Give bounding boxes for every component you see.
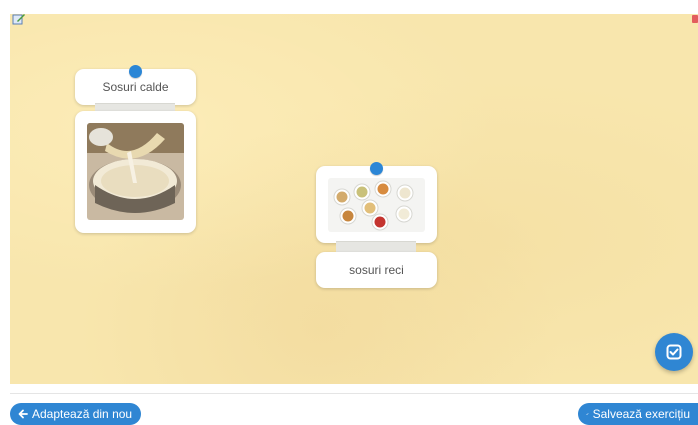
pin-icon[interactable] (370, 162, 383, 175)
hot-sauce-image (87, 123, 184, 220)
check-answers-button[interactable] (655, 333, 693, 371)
footer-divider (10, 393, 698, 394)
close-icon[interactable] (692, 15, 698, 23)
image-card-cold-sauces[interactable] (316, 166, 437, 243)
image-card-hot-sauce[interactable] (75, 111, 196, 233)
checkmark-icon (586, 412, 589, 416)
edit-icon[interactable] (12, 13, 26, 25)
reset-button-label: Adaptează din nou (32, 407, 133, 421)
label-card-sosuri-reci[interactable]: sosuri reci (316, 252, 437, 288)
card-label: Sosuri calde (102, 80, 169, 94)
pin-icon[interactable] (129, 65, 142, 78)
checklist-icon (666, 344, 682, 360)
cold-sauces-image (328, 178, 425, 232)
save-button-label: Salvează exercițiu (592, 407, 690, 421)
reset-button[interactable]: Adaptează din nou (10, 403, 141, 425)
save-button[interactable]: Salvează exercițiu (578, 403, 698, 425)
arrow-left-icon (18, 409, 28, 419)
card-label: sosuri reci (349, 263, 404, 277)
